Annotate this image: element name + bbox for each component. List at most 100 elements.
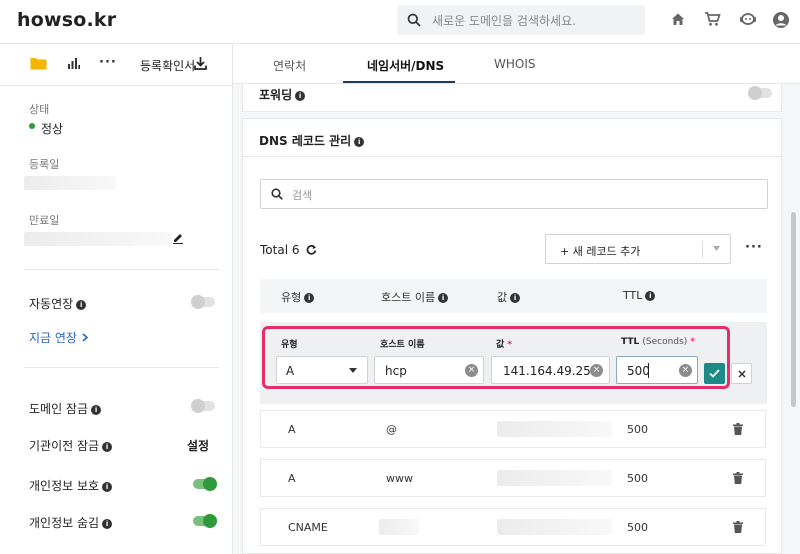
col-type: 유형 i <box>281 289 315 305</box>
total-count: Total 6 <box>260 243 300 257</box>
main-panel: 연락처 네임서버/DNS WHOIS 포워딩 i DNS 레코드 관리 i 검색 T… <box>233 44 800 554</box>
privacy-hide-toggle[interactable] <box>193 514 217 528</box>
auto-renew-toggle[interactable] <box>191 295 215 309</box>
download-icon[interactable] <box>194 56 207 70</box>
record-host-redacted <box>379 519 419 535</box>
add-record-button[interactable]: + 새 레코드 추가 <box>545 234 731 264</box>
chevron-down-icon[interactable] <box>713 246 720 251</box>
dns-record-row[interactable]: CNAME 500 <box>260 508 766 546</box>
privacy-hide-row: 개인정보 숨김 i <box>29 514 113 531</box>
tab-whois[interactable]: WHOIS <box>494 57 536 71</box>
more-options-icon[interactable]: ··· <box>745 240 763 255</box>
cancel-button[interactable] <box>731 363 752 384</box>
registered-date-value-redacted <box>24 176 116 190</box>
forwarding-card: 포워딩 i <box>242 84 782 112</box>
split-divider <box>702 241 703 258</box>
record-host: www <box>386 472 413 485</box>
refresh-icon[interactable] <box>306 244 317 255</box>
col-ttl-label: TTL <box>623 289 643 302</box>
privacy-protect-toggle[interactable] <box>193 477 217 491</box>
info-icon: i <box>102 442 113 452</box>
edit-ttl-value: 500 <box>627 364 650 378</box>
confirm-button[interactable] <box>704 363 725 384</box>
sidebar-divider <box>24 269 219 270</box>
record-type: CNAME <box>288 521 328 534</box>
trash-icon[interactable] <box>733 423 743 435</box>
forwarding-title: 포워딩 i <box>259 86 306 103</box>
clear-icon[interactable]: × <box>679 364 692 377</box>
edit-type-select[interactable]: A <box>276 356 368 384</box>
bar-chart-icon[interactable] <box>68 56 80 69</box>
edit-host-input[interactable]: hcp × <box>374 356 484 384</box>
privacy-hide-label: 개인정보 숨김 <box>29 516 100 530</box>
expiry-date-label: 만료일 <box>29 214 60 227</box>
domain-lock-row: 도메인 잠금 i <box>29 400 102 417</box>
record-value-redacted <box>497 470 612 486</box>
record-host: @ <box>386 423 397 436</box>
close-icon <box>738 370 746 378</box>
privacy-protect-label: 개인정보 보호 <box>29 479 100 493</box>
status-label: 상태 <box>29 103 50 116</box>
dns-search-placeholder: 검색 <box>292 189 313 202</box>
forwarding-toggle[interactable] <box>748 86 772 100</box>
certificate-button[interactable]: 등록확인서 <box>140 57 195 74</box>
add-record-label: + 새 레코드 추가 <box>560 245 641 258</box>
dns-table-header: 유형 i 호스트 이름 i 값i TTL i <box>260 279 767 313</box>
dns-record-row[interactable]: A @ 500 <box>260 410 766 448</box>
toggle-knob <box>748 86 762 100</box>
edit-ttl-input[interactable]: 500 × <box>616 356 698 384</box>
home-icon[interactable] <box>670 11 686 27</box>
scrollbar-thumb[interactable] <box>791 212 796 407</box>
more-tools-icon[interactable]: ··· <box>99 55 117 70</box>
search-icon <box>407 13 421 27</box>
domain-search-box[interactable]: 새로운 도메인을 검색하세요. <box>397 5 645 35</box>
search-icon <box>271 188 283 200</box>
top-bar: howso.kr 새로운 도메인을 검색하세요. <box>0 0 800 44</box>
brand-logo[interactable]: howso.kr <box>17 9 116 31</box>
renew-now-label: 지금 연장 <box>29 331 77 345</box>
record-type: A <box>288 423 296 436</box>
info-icon: i <box>354 137 365 147</box>
account-icon[interactable] <box>772 11 790 29</box>
edit-host-value: hcp <box>385 364 407 378</box>
toggle-knob <box>191 399 205 413</box>
sidebar-toolbar: ··· 등록확인서 <box>0 44 233 86</box>
cart-icon[interactable] <box>704 11 721 27</box>
expiry-date-value-redacted <box>24 232 172 246</box>
domain-sidebar: ··· 등록확인서 상태 정상 등록일 만료일 자동연장 i 지금 연장 도메인 … <box>0 44 233 554</box>
check-icon <box>709 369 720 378</box>
chevron-right-icon <box>82 333 89 342</box>
clear-icon[interactable]: × <box>590 364 603 377</box>
renew-now-link[interactable]: 지금 연장 <box>29 329 89 346</box>
dns-records-card: DNS 레코드 관리 i 검색 Total 6 + 새 레코드 추가 ··· 유형… <box>242 118 782 554</box>
tab-contacts[interactable]: 연락처 <box>273 57 306 74</box>
edit-value-input[interactable]: 141.164.49.252 × <box>491 356 610 384</box>
clear-icon[interactable]: × <box>465 364 478 377</box>
info-icon: i <box>510 293 521 303</box>
trash-icon[interactable] <box>733 472 743 484</box>
folder-icon[interactable] <box>30 56 47 70</box>
chat-support-icon[interactable] <box>739 11 757 27</box>
tab-bar: 연락처 네임서버/DNS WHOIS <box>233 44 800 84</box>
status-value: 정상 <box>41 122 64 136</box>
edit-pencil-icon[interactable] <box>172 232 184 244</box>
col-value-label: 값 <box>497 291 508 304</box>
domain-lock-label: 도메인 잠금 <box>29 402 89 416</box>
info-icon: i <box>304 293 315 303</box>
required-mark: * <box>690 337 696 347</box>
dns-search-input[interactable]: 검색 <box>260 179 768 209</box>
transfer-lock-value[interactable]: 설정 <box>187 437 209 454</box>
col-host: 호스트 이름 i <box>381 289 449 305</box>
dns-record-row[interactable]: A www 500 <box>260 459 766 497</box>
dns-title-label: DNS 레코드 관리 <box>259 134 352 148</box>
search-placeholder: 새로운 도메인을 검색하세요. <box>432 14 576 28</box>
transfer-lock-row: 기관이전 잠금 i <box>29 437 113 454</box>
forwarding-label: 포워딩 <box>259 88 293 102</box>
privacy-protect-row: 개인정보 보호 i <box>29 477 113 494</box>
trash-icon[interactable] <box>733 521 743 533</box>
record-ttl: 500 <box>627 423 648 436</box>
transfer-lock-label: 기관이전 잠금 <box>29 439 100 453</box>
record-ttl: 500 <box>627 521 648 534</box>
domain-lock-toggle[interactable] <box>191 399 215 413</box>
tab-nameserver-dns[interactable]: 네임서버/DNS <box>367 57 444 74</box>
